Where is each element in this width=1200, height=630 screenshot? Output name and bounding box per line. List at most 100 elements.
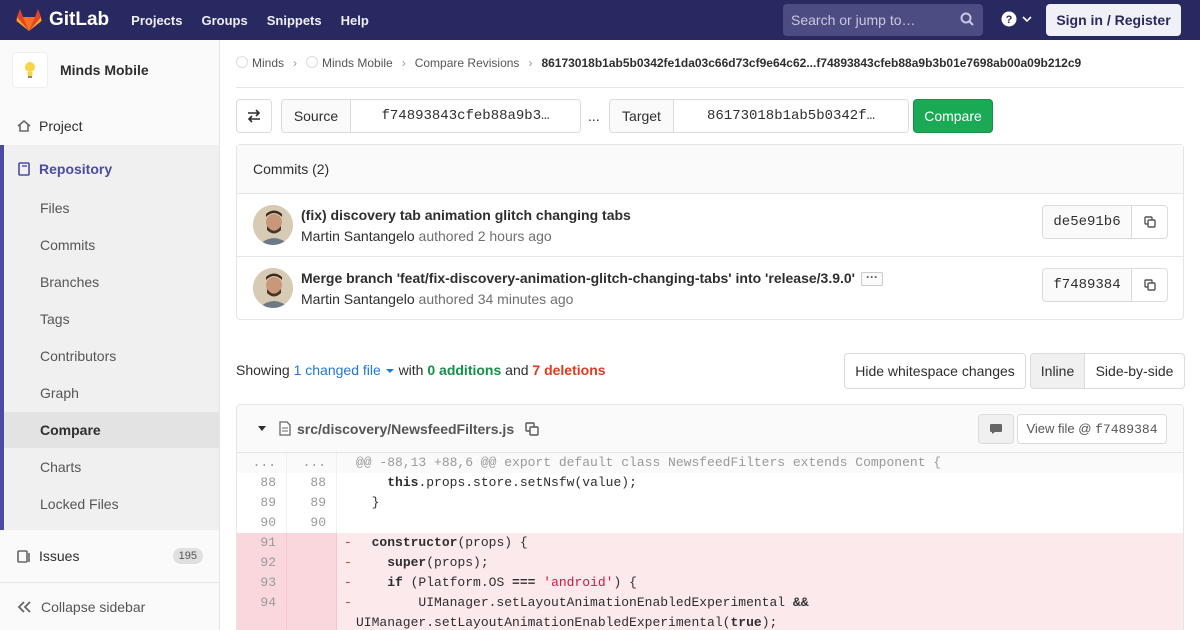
diff-line-removed: 94 - UIManager.setLayoutAnimationEnabled…	[237, 593, 1183, 630]
commit-time: 34 minutes ago	[477, 291, 574, 307]
nav-projects[interactable]: Projects	[131, 13, 182, 28]
diff-line-removed: 92 - super(props);	[237, 553, 1183, 573]
swap-arrows-icon	[247, 109, 261, 123]
sidebar-subitem-graph[interactable]: Graph	[40, 385, 79, 401]
sidebar-subitem-charts[interactable]: Charts	[40, 459, 81, 475]
home-icon	[17, 119, 31, 132]
view-file-button[interactable]: View file @ f7489384	[1017, 414, 1167, 444]
sidebar-item-issues[interactable]: Issues 195	[0, 544, 219, 568]
sidebar-subitem-tags[interactable]: Tags	[40, 311, 70, 327]
top-navbar: GitLab Projects Groups Snippets Help Sea…	[0, 0, 1200, 40]
search-input[interactable]: Search or jump to…	[783, 4, 983, 36]
breadcrumb-minds[interactable]: Minds	[252, 56, 284, 70]
diff-file: src/discovery/NewsfeedFilters.js View fi…	[236, 404, 1184, 630]
commit-author[interactable]: Martin Santangelo	[301, 228, 415, 244]
help-dropdown[interactable]: ?	[1001, 11, 1033, 27]
additions-count: 0 additions	[427, 362, 502, 378]
book-icon	[18, 162, 30, 176]
expand-commit-message-button[interactable]: ···	[861, 271, 883, 287]
commit-sha-button[interactable]: de5e91b6	[1042, 205, 1132, 239]
commit-meta: Martin Santangelo authored 2 hours ago	[301, 228, 552, 244]
double-chevron-left-icon	[17, 600, 31, 613]
commit-title[interactable]: (fix) discovery tab animation glitch cha…	[301, 207, 631, 223]
inline-view-button[interactable]: Inline	[1030, 353, 1085, 389]
commit-author[interactable]: Martin Santangelo	[301, 291, 415, 307]
diff-hunk-header: ... ... @@ -88,13 +88,6 @@ export defaul…	[237, 453, 1183, 473]
search-placeholder: Search or jump to…	[791, 12, 916, 28]
project-name: Minds Mobile	[60, 62, 149, 78]
side-by-side-view-button[interactable]: Side-by-side	[1084, 353, 1185, 389]
project-sidebar: Minds Mobile Project Repository Files Co…	[0, 40, 220, 630]
search-icon	[960, 12, 974, 26]
sidebar-item-repository[interactable]: Repository	[0, 157, 219, 181]
avatar[interactable]	[253, 205, 293, 245]
sign-in-register-button[interactable]: Sign in / Register	[1046, 4, 1181, 36]
copy-sha-button[interactable]	[1131, 268, 1168, 302]
breadcrumb-minds-mobile[interactable]: Minds Mobile	[322, 56, 393, 70]
sidebar-item-label: Repository	[39, 161, 113, 177]
nav-groups[interactable]: Groups	[201, 13, 247, 28]
sidebar-item-label: Issues	[39, 548, 80, 564]
sidebar-subitem-commits[interactable]: Commits	[40, 237, 95, 253]
commit-meta: Martin Santangelo authored 34 minutes ag…	[301, 291, 573, 307]
commit-sha-button[interactable]: f7489384	[1042, 268, 1132, 302]
sidebar-subitem-branches[interactable]: Branches	[40, 274, 99, 290]
deletions-count: 7 deletions	[532, 362, 606, 378]
comment-icon	[990, 424, 1002, 434]
sidebar-repository-section: Repository Files Commits Branches Tags C…	[0, 145, 219, 530]
diff-file-path[interactable]: src/discovery/NewsfeedFilters.js	[297, 421, 514, 437]
main-nav: Projects Groups Snippets Help	[131, 13, 388, 28]
nav-snippets[interactable]: Snippets	[267, 13, 322, 28]
diff-file-header: src/discovery/NewsfeedFilters.js View fi…	[237, 405, 1183, 453]
comment-toggle-button[interactable]	[978, 414, 1014, 444]
avatar[interactable]	[253, 268, 293, 308]
commit-authored-label: authored	[418, 228, 474, 244]
commit-time: 2 hours ago	[477, 228, 552, 244]
changed-files-dropdown[interactable]: 1 changed file	[294, 362, 395, 378]
chevron-right-icon: ›	[528, 56, 533, 70]
diff-line: 88 88 this.props.store.setNsfw(value);	[237, 473, 1183, 493]
nav-help[interactable]: Help	[341, 13, 369, 28]
commits-panel: Commits (2) (fix) discovery tab animatio…	[236, 144, 1184, 320]
sidebar-item-project[interactable]: Project	[0, 114, 219, 138]
target-revision-dropdown[interactable]: 86173018b1ab5b0342f…	[673, 99, 909, 133]
caret-down-icon	[385, 369, 394, 373]
issues-icon	[17, 550, 30, 563]
project-avatar	[12, 52, 48, 88]
sidebar-subitem-compare[interactable]: Compare	[40, 422, 101, 438]
diff-line-removed: 91 - constructor(props) {	[237, 533, 1183, 553]
chevron-down-icon	[1022, 16, 1032, 23]
source-revision-dropdown[interactable]: f74893843cfeb88a9b3…	[350, 99, 581, 133]
breadcrumb-current[interactable]: 86173018b1ab5b0342fe1da03c66d73cf9e64c62…	[541, 56, 1081, 70]
issues-count-badge: 195	[172, 548, 203, 564]
copy-icon	[1143, 216, 1156, 228]
source-label: Source	[281, 99, 351, 133]
target-label: Target	[609, 99, 674, 133]
copy-sha-button[interactable]	[1131, 205, 1168, 239]
question-circle-icon: ?	[1001, 11, 1017, 27]
compare-separator: ...	[588, 108, 600, 124]
file-icon	[279, 421, 291, 436]
gitlab-logo[interactable]: GitLab	[16, 8, 109, 32]
sidebar-subitem-contributors[interactable]: Contributors	[40, 348, 116, 364]
sidebar-subitem-locked-files[interactable]: Locked Files	[40, 496, 119, 512]
commit-row: Merge branch 'feat/fix-discovery-animati…	[237, 257, 1183, 320]
commits-header: Commits (2)	[237, 145, 1183, 194]
diff-line: 89 89 }	[237, 493, 1183, 513]
copy-path-icon[interactable]	[525, 422, 539, 436]
chevron-right-icon: ›	[293, 56, 298, 70]
diff-line-removed: 93 - if (Platform.OS === 'android') {	[237, 573, 1183, 593]
svg-text:?: ?	[1006, 14, 1013, 26]
hide-whitespace-button[interactable]: Hide whitespace changes	[844, 353, 1026, 389]
sidebar-project-header[interactable]: Minds Mobile	[0, 40, 219, 100]
commit-title[interactable]: Merge branch 'feat/fix-discovery-animati…	[301, 270, 883, 287]
sidebar-subitem-files[interactable]: Files	[40, 200, 70, 216]
compare-button[interactable]: Compare	[913, 99, 993, 133]
breadcrumb-compare-revisions[interactable]: Compare Revisions	[415, 56, 520, 70]
breadcrumb: Minds › Minds Mobile › Compare Revisions…	[236, 56, 1081, 70]
gitlab-tanuki-icon	[16, 9, 42, 31]
swap-revisions-button[interactable]	[236, 99, 272, 133]
collapse-sidebar-button[interactable]: Collapse sidebar	[0, 582, 219, 630]
sidebar-active-highlight	[4, 412, 219, 448]
collapse-caret-icon[interactable]	[257, 425, 267, 433]
